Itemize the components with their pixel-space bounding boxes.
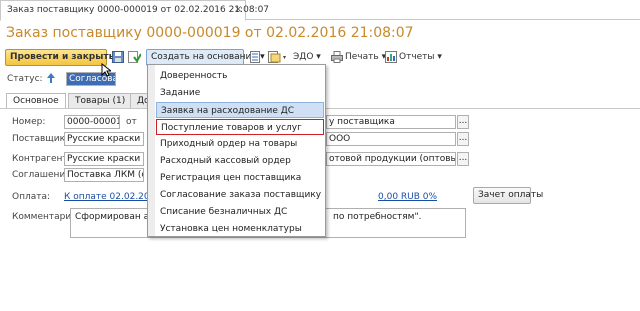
menu-item-power-of-attorney[interactable]: Доверенность	[156, 68, 324, 84]
menu-item-cashless-writeoff[interactable]: Списание безналичных ДС	[156, 204, 324, 220]
comment-text-tail: по потребностям".	[333, 212, 422, 222]
reports-label: Отчеты	[399, 52, 435, 62]
payment-amount-link[interactable]: 0,00 RUB 0%	[378, 192, 437, 202]
menu-item-goods-receipt[interactable]: Поступление товаров и услуг	[156, 119, 324, 135]
menu-item-task[interactable]: Задание	[156, 85, 324, 101]
menu-item-set-item-prices[interactable]: Установка цен номенклатуры	[156, 221, 324, 237]
menu-item-cash-expense-order[interactable]: Расходный кассовый ордер	[156, 153, 324, 169]
menu-item-order-approval[interactable]: Согласование заказа поставщику	[156, 187, 324, 203]
tab-goods[interactable]: Товары (1)	[68, 93, 133, 108]
tab-main[interactable]: Основное	[6, 93, 66, 109]
reports-icon[interactable]	[385, 51, 397, 66]
printer-icon[interactable]	[331, 51, 343, 66]
counterparty-field[interactable]: Русские краски ООО	[64, 152, 144, 166]
mouse-cursor-icon	[101, 62, 113, 80]
menu-item-supplier-price-registration[interactable]: Регистрация цен поставщика	[156, 170, 324, 186]
chevron-down-icon: ▾	[316, 52, 321, 62]
menu-gutter	[148, 65, 155, 236]
page-title: Заказ поставщику 0000-000019 от 02.02.20…	[6, 25, 414, 41]
select-button[interactable]: ...	[457, 132, 469, 146]
select-button[interactable]: ...	[457, 115, 469, 129]
reports-menu[interactable]: Отчеты ▾	[399, 52, 442, 62]
save-icon[interactable]	[112, 51, 124, 66]
document-tab[interactable]: Заказ поставщику 0000-000019 от 02.02.20…	[0, 0, 269, 21]
arrow-up-icon[interactable]	[46, 72, 56, 87]
print-menu[interactable]: Печать ▾	[345, 52, 386, 62]
document-tab-title: Заказ поставщику 0000-000019 от 02.02.20…	[7, 5, 270, 15]
chevron-down-icon: ▾	[260, 52, 265, 62]
number-field[interactable]: 0000-000019	[64, 115, 120, 129]
agreement-field[interactable]: Поставка ЛКМ (с г	[64, 168, 144, 182]
menu-item-receipt-order[interactable]: Приходный ордер на товары	[156, 136, 324, 152]
edo-menu[interactable]: ЭДО ▾	[293, 52, 321, 62]
date-label: от	[126, 117, 137, 127]
create-based-on-label: Создать на основании	[151, 52, 258, 62]
edo-label: ЭДО	[293, 52, 314, 62]
warehouse-field[interactable]: отовой продукции (оптовый)	[326, 152, 456, 166]
menu-item-expense-request[interactable]: Заявка на расходование ДС	[156, 102, 324, 118]
counterparty-label: Контрагент:	[12, 154, 71, 164]
post-icon[interactable]	[128, 51, 142, 66]
supplier-order-field[interactable]: у поставщика	[326, 115, 456, 129]
close-icon[interactable]: ×	[234, 4, 242, 15]
supplier-label: Поставщик:	[12, 134, 69, 144]
organization-field[interactable]: ООО	[326, 132, 456, 146]
supplier-field[interactable]: Русские краски	[64, 132, 144, 146]
status-label: Статус:	[7, 74, 43, 84]
chevron-down-icon: ▾	[437, 52, 442, 62]
post-and-close-button[interactable]: Провести и закрыть	[5, 49, 114, 66]
print-label: Печать	[345, 52, 379, 62]
payment-label: Оплата:	[12, 192, 51, 202]
offset-payment-button[interactable]: Зачет оплаты	[473, 187, 543, 204]
select-button[interactable]: ...	[457, 152, 469, 166]
number-label: Номер:	[12, 117, 46, 127]
create-based-on-menu: Доверенность Задание Заявка на расходова…	[147, 64, 326, 237]
